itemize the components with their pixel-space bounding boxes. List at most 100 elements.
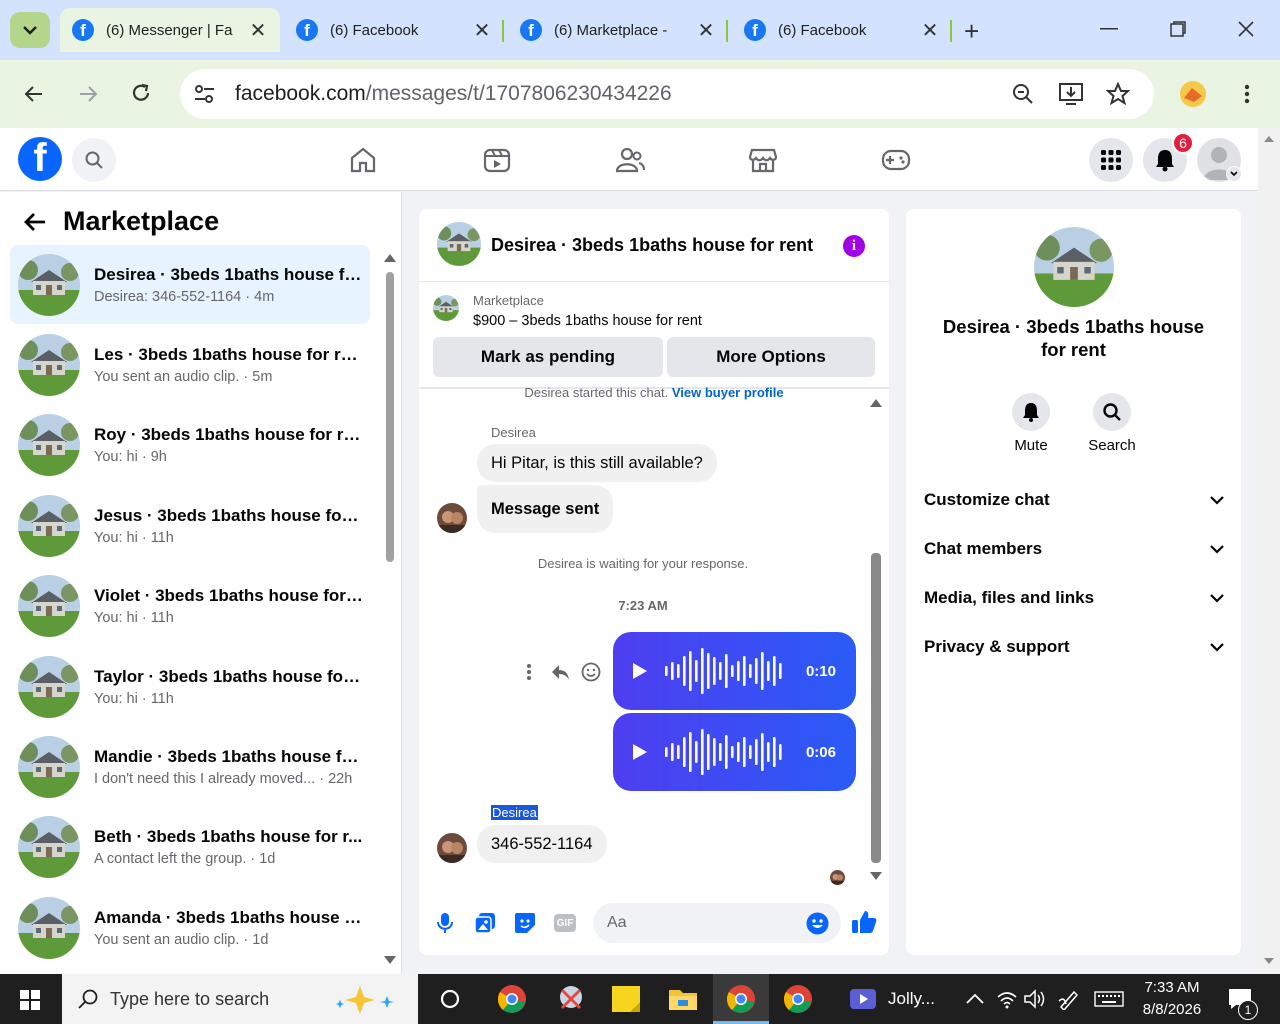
- view-buyer-profile-link[interactable]: View buyer profile: [672, 385, 784, 400]
- back-arrow-icon[interactable]: [24, 84, 44, 104]
- chrome-app-active[interactable]: [713, 974, 769, 1024]
- facebook-logo[interactable]: f: [18, 137, 62, 181]
- gif-button[interactable]: GIF: [554, 914, 576, 932]
- scroll-up-icon[interactable]: [384, 254, 396, 262]
- microphone-icon[interactable]: [437, 912, 453, 934]
- listing-thumbnail[interactable]: [433, 295, 459, 321]
- conversation-item[interactable]: Les · 3beds 1baths house for rent You sen…: [10, 325, 370, 404]
- mute-button[interactable]: [1012, 393, 1050, 431]
- conversation-item[interactable]: Beth · 3beds 1baths house for r... A cont…: [10, 808, 370, 887]
- sticker-icon[interactable]: [514, 912, 536, 934]
- scroll-up-icon[interactable]: [1264, 136, 1274, 142]
- pen-icon[interactable]: [1058, 988, 1080, 1010]
- scroll-down-icon[interactable]: [1264, 958, 1274, 964]
- scroll-up-icon[interactable]: [870, 399, 882, 407]
- bookmark-star-icon[interactable]: [1106, 82, 1130, 106]
- back-arrow-icon[interactable]: [24, 212, 46, 232]
- reload-icon[interactable]: [130, 82, 152, 104]
- sticky-notes-icon[interactable]: [612, 986, 640, 1012]
- conversation-item[interactable]: Amanda · 3beds 1baths house f... You sent…: [10, 888, 370, 967]
- install-app-icon[interactable]: [1058, 82, 1084, 106]
- audio-message[interactable]: 0:10: [613, 632, 856, 710]
- chat-members-row[interactable]: Chat members: [924, 539, 1224, 559]
- mark-as-pending-button[interactable]: Mark as pending: [433, 337, 663, 377]
- conversation-item[interactable]: Mandie · 3beds 1baths house fo... I don't…: [10, 727, 370, 806]
- close-tab-icon[interactable]: ✕: [696, 18, 716, 43]
- taskbar-date[interactable]: 8/8/2026: [1134, 1001, 1210, 1018]
- react-emoji-icon[interactable]: [581, 662, 601, 682]
- chrome-app-icon-2[interactable]: [783, 984, 813, 1014]
- like-thumb-icon[interactable]: [851, 909, 877, 935]
- forward-arrow-icon[interactable]: [78, 84, 98, 104]
- chat-avatar[interactable]: [437, 222, 481, 266]
- more-actions-icon[interactable]: [526, 664, 532, 680]
- message-bubble[interactable]: Message sent: [477, 485, 614, 533]
- windows-start-icon[interactable]: [20, 990, 40, 1010]
- conversation-item[interactable]: Taylor · 3beds 1baths house for ... You: …: [10, 647, 370, 726]
- address-bar[interactable]: facebook.com/messages/t/1707806230434226: [180, 69, 1154, 119]
- tab-facebook-1[interactable]: f (6) Facebook ✕: [284, 8, 504, 52]
- wifi-icon[interactable]: [996, 989, 1018, 1009]
- keyboard-icon[interactable]: [1094, 991, 1124, 1007]
- photo-icon[interactable]: [474, 912, 496, 934]
- media-files-links-row[interactable]: Media, files and links: [924, 588, 1224, 608]
- message-input[interactable]: Aa: [593, 903, 841, 943]
- play-icon[interactable]: [633, 663, 647, 679]
- page-scrollbar[interactable]: [1258, 128, 1280, 974]
- video-icon[interactable]: [483, 146, 511, 174]
- taskbar-time[interactable]: 7:33 AM: [1134, 979, 1210, 996]
- home-icon[interactable]: [349, 146, 377, 174]
- volume-icon[interactable]: [1024, 989, 1046, 1009]
- close-window-icon[interactable]: [1238, 21, 1254, 37]
- tab-marketplace[interactable]: f (6) Marketplace - ✕: [508, 8, 728, 52]
- scroll-down-icon[interactable]: [384, 956, 396, 964]
- tab-search-button[interactable]: [10, 12, 50, 48]
- restore-icon[interactable]: [1170, 21, 1186, 37]
- zoom-icon[interactable]: [1012, 83, 1034, 105]
- site-settings-icon[interactable]: [194, 84, 216, 104]
- close-tab-icon[interactable]: ✕: [248, 18, 268, 43]
- conversation-item[interactable]: Violet · 3beds 1baths house for ... You: …: [10, 567, 370, 646]
- info-icon[interactable]: i: [843, 235, 865, 257]
- message-bubble[interactable]: 346-552-1164: [477, 825, 607, 863]
- chat-scrollbar[interactable]: [869, 393, 883, 881]
- customize-chat-row[interactable]: Customize chat: [924, 490, 1224, 510]
- task-view-icon[interactable]: [440, 989, 460, 1009]
- marketplace-icon[interactable]: [749, 146, 777, 174]
- close-tab-icon[interactable]: ✕: [920, 18, 940, 43]
- browser-menu-icon[interactable]: [1244, 84, 1250, 104]
- scroll-down-icon[interactable]: [870, 872, 882, 880]
- friends-icon[interactable]: [615, 146, 645, 174]
- chevron-up-icon[interactable]: [966, 994, 984, 1004]
- privacy-support-row[interactable]: Privacy & support: [924, 637, 1224, 657]
- profile-fox-icon[interactable]: [1178, 80, 1208, 108]
- scroll-thumb[interactable]: [386, 272, 394, 562]
- audio-message[interactable]: 0:06: [613, 713, 856, 791]
- list-scrollbar[interactable]: [384, 248, 396, 966]
- conversation-item[interactable]: Desirea · 3beds 1baths house fo... Desire…: [10, 245, 370, 324]
- snipping-tool-icon[interactable]: [556, 984, 586, 1014]
- search-chat-button[interactable]: [1093, 393, 1131, 431]
- play-icon[interactable]: [633, 744, 647, 760]
- new-tab-icon[interactable]: +: [964, 16, 979, 47]
- search-button[interactable]: [72, 138, 116, 182]
- reply-icon[interactable]: [550, 663, 570, 681]
- chat-title[interactable]: Desirea · 3beds 1baths house for rent: [491, 235, 813, 256]
- account-chevron[interactable]: [1226, 166, 1242, 182]
- sender-avatar[interactable]: [437, 503, 467, 533]
- conversation-item[interactable]: Roy · 3beds 1baths house for rent You: hi…: [10, 406, 370, 485]
- file-explorer-icon[interactable]: [668, 986, 698, 1012]
- listing-text[interactable]: $900 – 3beds 1baths house for rent: [473, 313, 702, 329]
- more-options-button[interactable]: More Options: [667, 337, 875, 377]
- chrome-app-icon[interactable]: [497, 984, 527, 1014]
- close-tab-icon[interactable]: ✕: [472, 18, 492, 43]
- emoji-icon[interactable]: [806, 912, 829, 935]
- taskbar-search-box[interactable]: Type here to search: [62, 974, 418, 1024]
- taskbar-app-label[interactable]: Jolly...: [888, 989, 935, 1009]
- tab-messenger[interactable]: f (6) Messenger | Fa ✕: [60, 8, 280, 52]
- minimize-icon[interactable]: [1100, 28, 1118, 30]
- chat-info-avatar[interactable]: [1034, 227, 1114, 307]
- tab-facebook-2[interactable]: f (6) Facebook ✕: [732, 8, 952, 52]
- scroll-thumb[interactable]: [871, 553, 881, 863]
- video-app-icon[interactable]: [850, 987, 876, 1011]
